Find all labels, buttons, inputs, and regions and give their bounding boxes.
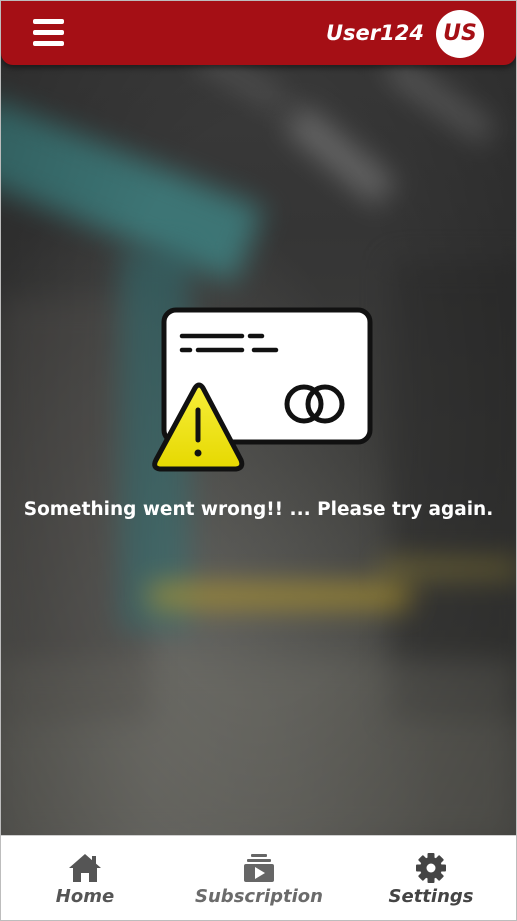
gear-icon [416,853,446,883]
avatar[interactable]: US [436,10,484,58]
subscription-icon [244,854,274,882]
payment-card-warning-icon [152,307,373,472]
home-icon [69,854,101,882]
nav-label-settings: Settings [388,886,474,907]
nav-label-subscription: Subscription [195,886,323,907]
nav-item-subscription[interactable]: Subscription [189,836,329,921]
bottom-navigation: Home Subscription Settings [1,835,516,921]
error-message: Something went wrong!! ... Please try ag… [23,499,494,520]
hamburger-menu-icon[interactable] [25,15,73,51]
nav-label-home: Home [55,886,115,907]
app-screen: User124 US Something went wrong!! ... Pl… [0,0,517,921]
nav-item-settings[interactable]: Settings [379,836,483,921]
nav-item-home[interactable]: Home [35,836,135,921]
app-header: User124 US [1,1,516,65]
username-label: User124 [326,21,424,45]
avatar-initials: US [443,21,477,46]
